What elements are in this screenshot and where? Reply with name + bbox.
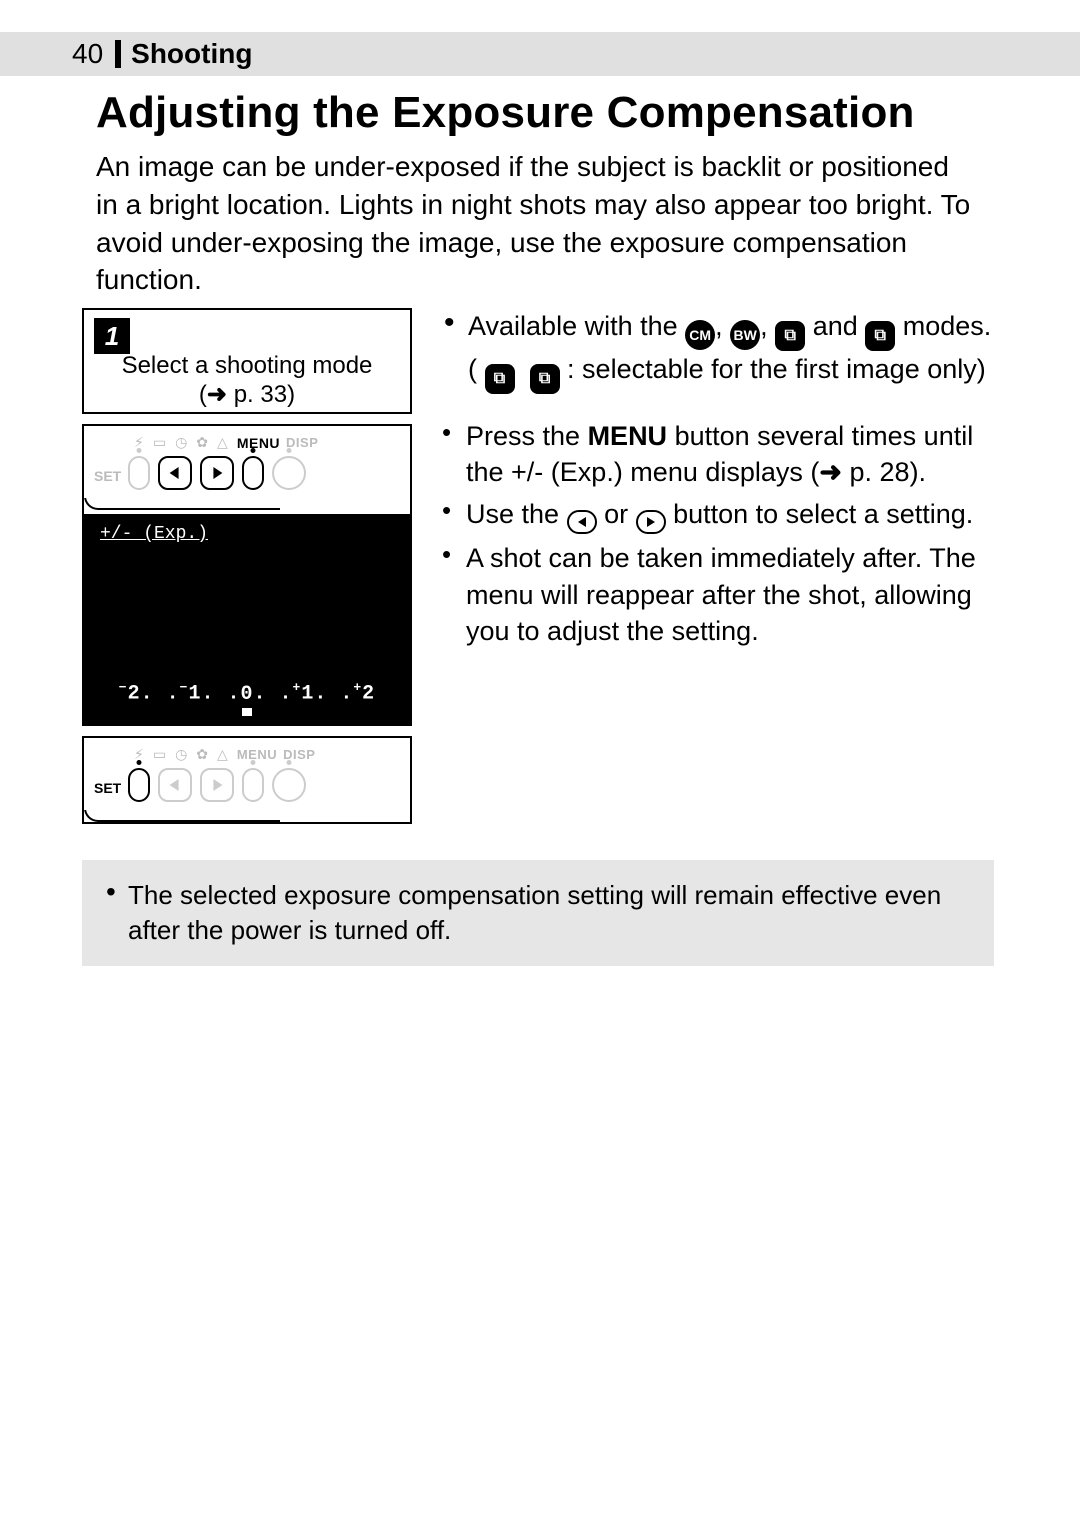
mode-stitch-icon: ⧉ <box>485 364 515 394</box>
plus-sign: + <box>353 680 362 695</box>
mode-stitch-icon: ⧉ <box>530 364 560 394</box>
instructions-column: Available with the CM, BW, ⧉ and ⧉ modes… <box>440 308 992 834</box>
left-button <box>158 456 192 490</box>
curve-decoration <box>84 496 280 510</box>
sub-bullet-select: Use the or button to select a setting. <box>440 496 992 534</box>
scale-zero: 0 <box>240 683 253 706</box>
step-1-badge: 1 <box>94 318 130 354</box>
minus-sign: − <box>119 680 128 695</box>
note-text: The selected exposure compensation setti… <box>102 878 974 948</box>
lcd-label: +/- (Exp.) <box>100 524 208 544</box>
mode-cm-icon: CM <box>685 320 715 350</box>
page-number: 40 <box>72 38 103 70</box>
sub-bullet-shot: A shot can be taken immediately after. T… <box>440 540 992 649</box>
left-nav-icon <box>567 510 597 534</box>
exposure-scale: −2. .−1. .0. .+1. .+2 <box>84 680 410 706</box>
mode-stitch-icon: ⧉ <box>865 321 895 351</box>
text-fragment: or <box>597 499 636 529</box>
step-3-box: 3 ⚡︎ ▭ ◷ ✿ △ MENU DISP SET <box>82 736 412 824</box>
menu-label: MENU <box>237 435 280 451</box>
menu-label: MENU <box>237 747 277 762</box>
bullet-instructions: Press the MENU button several times unti… <box>440 418 992 650</box>
content-row: 1 Select a shooting mode (➜ p. 33) 2 ⚡︎ … <box>82 308 992 834</box>
set-button <box>128 768 150 802</box>
macro-icon: ✿ <box>196 746 211 763</box>
text-fragment: Press the <box>466 421 588 451</box>
scale-pos1: 1 <box>301 683 314 706</box>
text-fragment: button to select a setting. <box>666 499 974 529</box>
control-strip-2: ⚡︎ ▭ ◷ ✿ △ MENU DISP SET <box>84 426 410 498</box>
text-fragment: : selectable for the first image only) <box>567 354 986 384</box>
header-bar: 40 Shooting <box>0 32 1080 76</box>
scale-neg2: 2 <box>128 683 141 706</box>
scale-neg1: 1 <box>188 683 201 706</box>
set-label: SET <box>94 468 121 484</box>
note-box: The selected exposure compensation setti… <box>82 860 994 966</box>
timer-icon: ◷ <box>175 746 190 763</box>
step-1-ref: p. 33 <box>234 381 287 408</box>
text-fragment: Use the <box>466 499 567 529</box>
mode-bw-icon: BW <box>730 320 760 350</box>
left-button <box>158 768 192 802</box>
right-button <box>200 768 234 802</box>
disp-button <box>272 456 306 490</box>
set-button <box>128 456 150 490</box>
text-fragment: Available with the <box>468 311 685 341</box>
disp-label: DISP <box>286 435 318 450</box>
right-nav-icon <box>636 510 666 534</box>
section-name: Shooting <box>131 38 252 70</box>
menu-word: MENU <box>588 421 668 451</box>
arrow-icon: ➜ <box>819 457 842 487</box>
right-button <box>200 456 234 490</box>
set-label: SET <box>94 780 121 796</box>
header-separator <box>115 40 121 68</box>
text-fragment: p. 28). <box>842 457 926 487</box>
step-1-text: Select a shooting mode (➜ p. 33) <box>96 352 398 409</box>
sub-bullet-menu: Press the MENU button several times unti… <box>440 418 992 491</box>
lcd-screen: +/- (Exp.) −2. .−1. .0. .+1. .+2 <box>84 514 410 724</box>
arrow-icon: ➜ <box>207 381 227 408</box>
mountain-icon: △ <box>217 434 231 451</box>
step-1-box: 1 Select a shooting mode (➜ p. 33) <box>82 308 412 414</box>
curve-decoration <box>84 808 280 822</box>
scale-pos2: 2 <box>362 683 375 706</box>
steps-column: 1 Select a shooting mode (➜ p. 33) 2 ⚡︎ … <box>82 308 412 834</box>
bullet-modes: Available with the CM, BW, ⧉ and ⧉ modes… <box>440 308 992 394</box>
step-1-label: Select a shooting mode <box>122 352 373 379</box>
mode-stitch-icon: ⧉ <box>775 321 805 351</box>
disp-button <box>272 768 306 802</box>
intro-paragraph: An image can be under-exposed if the sub… <box>96 148 976 299</box>
timer-icon: ◷ <box>175 434 190 451</box>
menu-button <box>242 768 264 802</box>
macro-icon: ✿ <box>196 434 211 451</box>
menu-button <box>242 456 264 490</box>
drive-icon: ▭ <box>153 746 169 763</box>
mountain-icon: △ <box>217 746 231 763</box>
page-title: Adjusting the Exposure Compensation <box>96 88 915 138</box>
drive-icon: ▭ <box>153 434 169 451</box>
plus-sign: + <box>293 680 302 695</box>
control-strip-3: ⚡︎ ▭ ◷ ✿ △ MENU DISP SET <box>84 738 410 810</box>
step-2-box: 2 ⚡︎ ▭ ◷ ✿ △ MENU DISP SET <box>82 424 412 726</box>
text-fragment: and <box>813 311 866 341</box>
